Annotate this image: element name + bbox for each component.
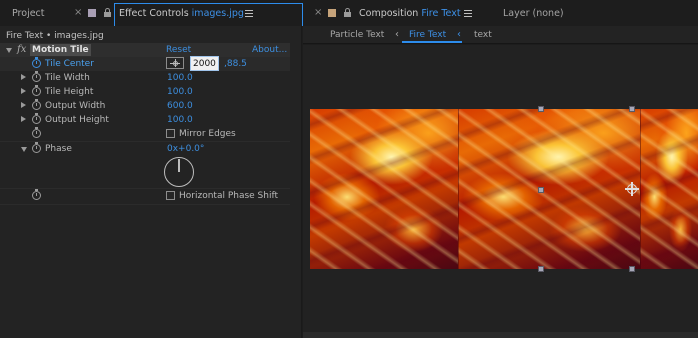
lock-icon[interactable] — [104, 8, 111, 17]
fx-icon[interactable]: fx — [17, 44, 26, 55]
tile-height-value[interactable]: 100.0 — [167, 87, 193, 97]
property-row-output-width: Output Width 600.0 — [0, 99, 290, 113]
tile-center-y-value[interactable]: ,88.5 — [224, 59, 247, 69]
composition-viewer[interactable] — [303, 45, 698, 332]
breadcrumb-item-text[interactable]: text — [474, 30, 492, 40]
right-panel-tab-bar: × Composition Fire Text Layer (none) — [303, 0, 698, 26]
dial-needle — [178, 159, 180, 172]
left-panel-tab-bar: Project × Effect Controls images.jpg — [0, 0, 303, 26]
panel-menu-icon[interactable] — [245, 10, 253, 17]
tile-seam — [458, 109, 459, 269]
twirl-right-icon[interactable] — [21, 88, 26, 94]
viewer-bottom-toolbar — [303, 332, 698, 338]
tab-effect-controls[interactable]: Effect Controls images.jpg — [119, 8, 244, 19]
horizontal-phase-shift-label[interactable]: Horizontal Phase Shift — [179, 191, 278, 201]
transform-handle[interactable] — [538, 106, 544, 112]
about-link[interactable]: About... — [252, 45, 287, 55]
stopwatch-icon[interactable] — [32, 99, 41, 110]
output-width-value[interactable]: 600.0 — [167, 101, 193, 111]
output-height-value[interactable]: 100.0 — [167, 115, 193, 125]
transform-handle[interactable] — [629, 106, 635, 112]
tab-layer[interactable]: Layer (none) — [503, 8, 564, 19]
composition-panel: × Composition Fire Text Layer (none) Par… — [303, 0, 698, 338]
chevron-left-icon: ‹ — [395, 29, 399, 40]
transform-handle[interactable] — [538, 266, 544, 272]
property-row-phase: Phase 0x+0.0° — [0, 142, 290, 156]
tile-center-x-input[interactable] — [190, 56, 219, 71]
property-label: Phase — [45, 144, 72, 154]
property-label: Output Width — [45, 101, 106, 111]
fire-image-tile-selected[interactable] — [458, 109, 640, 269]
active-breadcrumb-underline — [402, 41, 462, 43]
property-label: Tile Height — [45, 87, 94, 97]
breadcrumb-item-fire-text[interactable]: Fire Text — [409, 30, 446, 40]
twirl-down-icon[interactable] — [21, 147, 27, 152]
layer-path: Fire Text • images.jpg — [6, 31, 104, 41]
stopwatch-icon[interactable] — [32, 113, 41, 124]
stopwatch-icon[interactable] — [32, 142, 41, 153]
mirror-edges-label[interactable]: Mirror Edges — [179, 129, 236, 139]
effect-controls-panel: Project × Effect Controls images.jpg Fir… — [0, 0, 303, 338]
tab-composition[interactable]: Composition Fire Text — [359, 8, 461, 19]
property-row-tile-center: Tile Center ,88.5 — [0, 56, 290, 71]
property-row-output-height: Output Height 100.0 — [0, 113, 290, 127]
tile-seam — [640, 109, 641, 269]
project-color-swatch — [88, 9, 96, 17]
tab-composition-name: Fire Text — [421, 8, 461, 19]
stopwatch-icon[interactable] — [32, 57, 41, 68]
tab-project[interactable]: Project — [12, 8, 45, 19]
composition-color-swatch — [328, 9, 336, 17]
property-row-horizontal-phase-shift: Horizontal Phase Shift — [0, 189, 290, 203]
property-label: Tile Center — [45, 59, 94, 69]
breadcrumb-item-particle-text[interactable]: Particle Text — [330, 30, 384, 40]
twirl-right-icon[interactable] — [21, 74, 26, 80]
divider — [0, 204, 290, 205]
property-label: Tile Width — [45, 73, 90, 83]
effect-name[interactable]: Motion Tile — [30, 44, 91, 56]
stopwatch-icon[interactable] — [32, 71, 41, 82]
panel-menu-icon[interactable] — [464, 10, 472, 17]
phase-angle-dial[interactable] — [164, 157, 194, 187]
fire-image-tile — [640, 109, 698, 269]
property-row-mirror-edges: Mirror Edges — [0, 127, 290, 141]
transform-handle[interactable] — [538, 187, 544, 193]
anchor-point-icon[interactable] — [625, 182, 639, 196]
reset-link[interactable]: Reset — [166, 45, 191, 55]
tab-effect-controls-label: Effect Controls — [119, 8, 192, 19]
stopwatch-icon[interactable] — [32, 189, 41, 200]
phase-value[interactable]: 0x+0.0° — [167, 144, 204, 154]
property-label: Output Height — [45, 115, 109, 125]
chevron-left-icon: ‹ — [457, 29, 461, 40]
crosshair-icon[interactable] — [166, 57, 184, 69]
fire-image-tile — [310, 109, 458, 269]
twirl-right-icon[interactable] — [21, 102, 26, 108]
twirl-down-icon[interactable] — [6, 48, 12, 53]
transform-handle[interactable] — [629, 266, 635, 272]
property-row-tile-width: Tile Width 100.0 — [0, 71, 290, 85]
horizontal-phase-shift-checkbox[interactable] — [166, 191, 175, 200]
breadcrumb: Particle Text ‹ Fire Text ‹ text — [303, 26, 698, 44]
lock-icon[interactable] — [344, 8, 351, 17]
stopwatch-icon[interactable] — [32, 127, 41, 138]
tab-effect-controls-layer: images.jpg — [191, 8, 244, 19]
twirl-right-icon[interactable] — [21, 116, 26, 122]
stopwatch-icon[interactable] — [32, 85, 41, 96]
close-icon[interactable]: × — [314, 7, 322, 18]
close-icon[interactable]: × — [74, 7, 82, 18]
mirror-edges-checkbox[interactable] — [166, 129, 175, 138]
tile-width-value[interactable]: 100.0 — [167, 73, 193, 83]
effect-header-row[interactable]: fx Motion Tile Reset About... — [0, 43, 290, 57]
tab-composition-label: Composition — [359, 8, 422, 19]
property-row-tile-height: Tile Height 100.0 — [0, 85, 290, 99]
